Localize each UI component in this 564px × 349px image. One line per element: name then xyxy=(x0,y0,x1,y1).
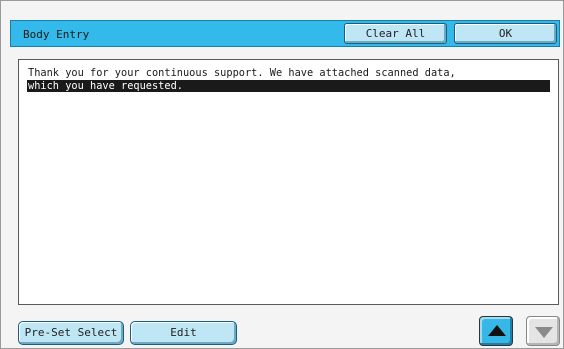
scroll-up-button[interactable] xyxy=(479,316,513,346)
body-text-line-selected: which you have requested. xyxy=(27,80,550,92)
clear-all-button[interactable]: Clear All xyxy=(344,23,447,44)
page-title: Body Entry xyxy=(23,28,90,41)
arrow-down-icon xyxy=(535,327,553,338)
body-text-area[interactable]: Thank you for your continuous support. W… xyxy=(18,59,559,305)
edit-button[interactable]: Edit xyxy=(130,321,237,345)
arrow-up-icon xyxy=(488,325,506,336)
body-text-line: Thank you for your continuous support. W… xyxy=(28,67,456,79)
body-entry-screen: Body Entry Clear All OK Thank you for yo… xyxy=(0,0,564,349)
ok-button[interactable]: OK xyxy=(454,23,557,44)
header-bar: Body Entry Clear All OK xyxy=(10,20,560,47)
preset-select-button[interactable]: Pre-Set Select xyxy=(18,321,124,345)
scroll-down-button[interactable] xyxy=(526,316,560,346)
